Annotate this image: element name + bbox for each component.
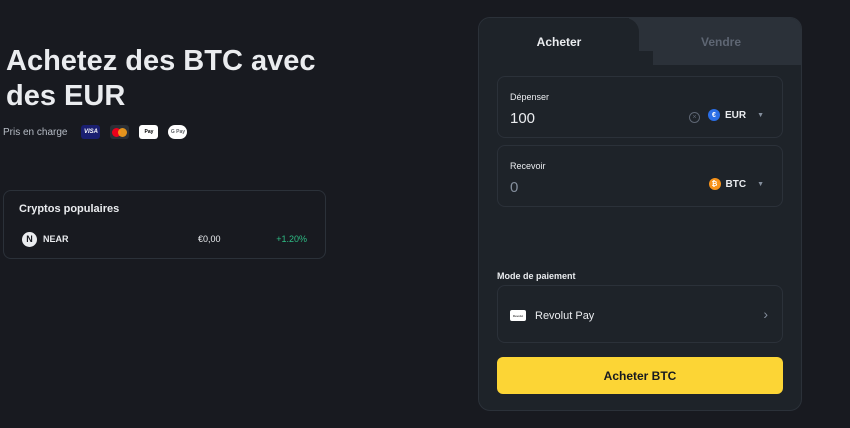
coin-change: +1.20% [276,234,307,244]
page-title: Achetez des BTC avec des EUR [6,45,316,112]
clear-icon[interactable]: × [689,112,700,123]
bitcoin-icon: ₿ [708,178,721,190]
list-item[interactable]: N NEAR €0,00 +1.20% [22,231,307,247]
caret-down-icon: ▼ [757,180,764,188]
spend-label: Dépenser [510,92,550,102]
near-icon: N [22,231,37,247]
revolut-icon: Revolut [510,310,526,321]
spend-currency-select[interactable]: € EUR ▼ [707,109,764,121]
coin-symbol: NEAR [43,234,69,244]
receive-currency-code: BTC [725,178,747,190]
buy-button[interactable]: Acheter BTC [497,357,783,394]
spend-field[interactable]: Dépenser 100 × € EUR ▼ [497,76,783,138]
tab-buy[interactable]: Acheter [479,18,653,65]
trade-panel: Acheter Vendre Dépenser 100 × € EUR ▼ Re… [478,17,802,411]
supported-payments: Pris en charge VISA Pay G Pay [3,125,188,139]
popular-cryptos-title: Cryptos populaires [19,203,120,215]
tab-sell[interactable]: Vendre [639,18,801,65]
supported-label: Pris en charge [3,126,68,138]
payment-method-name: Revolut Pay [535,310,595,322]
visa-icon: VISA [81,125,101,139]
popular-cryptos-card: Cryptos populaires N NEAR €0,00 +1.20% [3,190,326,259]
coin-price: €0,00 [198,234,221,244]
receive-field[interactable]: Recevoir 0 ₿ BTC ▼ [497,145,783,207]
chevron-right-icon: › [763,306,768,322]
apple-pay-icon: Pay [139,125,159,139]
spend-input[interactable]: 100 [510,110,535,127]
spend-currency-code: EUR [724,109,747,121]
receive-currency-select[interactable]: ₿ BTC ▼ [708,178,764,190]
receive-input[interactable]: 0 [510,179,518,196]
payment-method-select[interactable]: Revolut Revolut Pay › [497,285,783,343]
caret-down-icon: ▼ [757,111,764,119]
payment-method-label: Mode de paiement [497,271,576,281]
mastercard-icon [110,125,130,139]
receive-label: Recevoir [510,161,546,171]
google-pay-icon: G Pay [168,125,188,139]
euro-icon: € [707,109,720,121]
